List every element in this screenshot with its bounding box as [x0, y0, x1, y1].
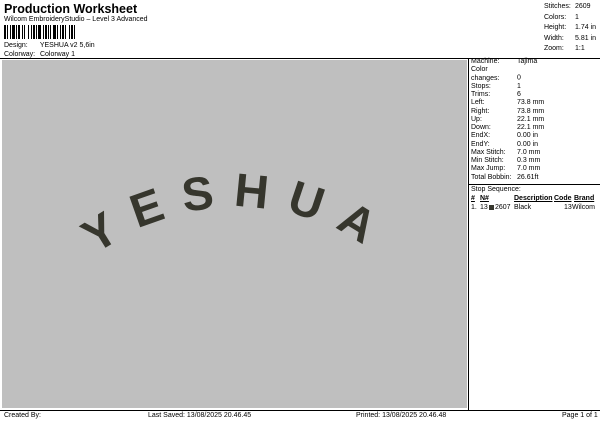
stat-zoom: Zoom: 1:1 [544, 45, 585, 52]
printed-date: Printed: 13/08/2025 20.46.48 [356, 412, 447, 419]
stat-width: Width: 5.81 in [544, 34, 597, 42]
thread-swatch [489, 204, 494, 210]
panel-divider [468, 59, 469, 411]
row-code-number: 2607 [489, 204, 511, 211]
info-row: Color changes: 0 [471, 66, 521, 82]
colorway-name: Colorway 1 [39, 51, 75, 58]
design-label: Design: [4, 42, 28, 49]
embroidered-design-text: YESHUA [72, 163, 401, 263]
barcode-bar [36, 25, 37, 39]
col-number: # [471, 195, 475, 202]
barcode-bar [43, 25, 44, 39]
info-row: Max Jump: 7.0 mm [471, 165, 541, 173]
summary-stats: Stitches: 2609 Colors: 1 Height: 1.74 in Wi… [544, 2, 596, 55]
barcode-bar [74, 25, 75, 39]
barcode-bar [31, 25, 32, 39]
info-row: Up: 22.1 mm [471, 115, 545, 123]
stat-colors: Colors: 1 [544, 13, 579, 21]
created-by: Created By: [4, 412, 41, 419]
info-row: Left: 73.8 mm [471, 99, 545, 107]
design-preview-svg: YESHUA [72, 163, 401, 263]
design-name: YESHUA v2 5,6in [39, 42, 95, 49]
software-subtitle: Wilcom EmbroideryStudio – Level 3 Advanc… [4, 16, 148, 23]
barcode-bar [48, 25, 49, 39]
col-brand: Brand [574, 195, 595, 202]
barcode-bar [22, 25, 23, 39]
barcode-bar [69, 25, 70, 39]
design-row: Design: YESHUA v2 5,6in [4, 42, 95, 49]
row-needle: 13 [480, 204, 488, 211]
barcode-bar [62, 25, 64, 39]
info-row: EndX: 0.00 in [471, 132, 539, 140]
colorway-row: Colorway: Colorway 1 [4, 51, 75, 58]
page-number: Page 1 of 1 [562, 412, 598, 419]
barcode-bar [10, 25, 11, 39]
barcode-bar [65, 25, 66, 39]
row-code: 13 [564, 204, 572, 211]
barcode-bar [4, 25, 6, 39]
info-row: Machine: Tajima [471, 58, 538, 65]
stat-height: Height: 1.74 in [544, 24, 597, 31]
barcode-bar [60, 25, 61, 39]
design-preview: YESHUA [2, 60, 467, 408]
barcode-bar [50, 25, 51, 39]
barcode-bar [53, 25, 56, 39]
machine-info: Machine: Tajima Color changes: 0 Stops: 1 T… [471, 58, 544, 182]
info-row: Min Stitch: 0.3 mm [471, 157, 541, 164]
info-row: Right: 73.8 mm [471, 107, 545, 115]
row-brand: Wilcom [572, 204, 595, 211]
info-row: Trims: 6 [471, 91, 521, 98]
barcode-bar [16, 25, 17, 39]
barcode-bar [33, 25, 35, 39]
col-code: Code [554, 195, 572, 202]
colorway-label: Colorway: [4, 51, 36, 58]
info-row: EndY: 0.00 in [471, 140, 539, 148]
barcode-bar [38, 25, 41, 39]
barcode [4, 25, 75, 39]
row-description: Black [514, 204, 532, 211]
stop-sequence-title: Stop Sequence: [471, 186, 521, 193]
info-row: Total Bobbin: 26.61ft [471, 173, 539, 181]
barcode-bar [28, 25, 29, 39]
barcode-bar [45, 25, 47, 39]
footer-divider [0, 410, 600, 411]
stat-stitches: Stitches: 2609 [544, 3, 591, 10]
worksheet-title: Production Worksheet [4, 2, 138, 16]
barcode-bar [7, 25, 8, 39]
barcode-bar [24, 25, 25, 39]
barcode-bar [57, 25, 58, 39]
info-row: Stops: 1 [471, 82, 521, 90]
row-number: 1. [471, 204, 477, 211]
barcode-bar [12, 25, 15, 39]
barcode-bar [18, 25, 20, 39]
col-description: Description [514, 195, 553, 202]
info-row: Max Stitch: 7.0 mm [471, 148, 541, 156]
last-saved: Last Saved: 13/08/2025 20.46.45 [148, 412, 252, 419]
info-row: Down: 22.1 mm [471, 124, 545, 131]
col-needle: N# [480, 195, 489, 202]
barcode-bar [71, 25, 73, 39]
stop-seq-divider [469, 184, 600, 185]
